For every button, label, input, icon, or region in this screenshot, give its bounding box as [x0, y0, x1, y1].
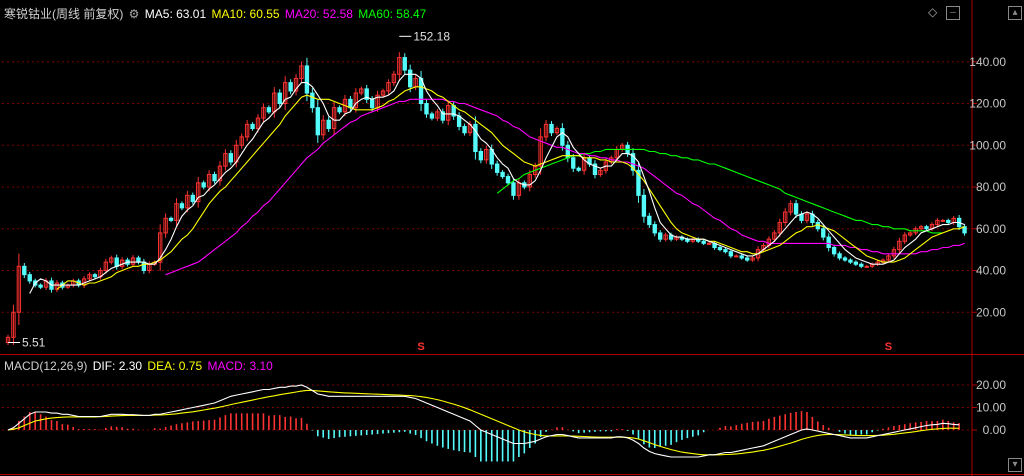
candle-body	[402, 57, 407, 71]
candle-body	[212, 173, 217, 182]
ma5-line	[29, 73, 965, 294]
candle-body	[494, 163, 500, 173]
macd-tick-label: 20.00	[976, 378, 1006, 392]
candle-body	[288, 82, 293, 92]
candle-body	[201, 182, 206, 188]
price-tick-label: 80.00	[976, 180, 1006, 194]
candle-body	[228, 153, 234, 163]
dif-line	[7, 384, 960, 458]
price-tick-label: 100.00	[969, 138, 1006, 152]
annotation-label: 5.51	[22, 335, 46, 349]
candle-body	[429, 113, 435, 119]
candle-body	[739, 255, 744, 259]
candle-body	[647, 215, 652, 226]
candle-body	[92, 274, 98, 278]
annotation-label: 152.18	[413, 29, 450, 43]
candle-body	[27, 274, 32, 282]
candle-body	[326, 119, 331, 130]
candle-body	[793, 203, 799, 215]
candle-body	[266, 107, 272, 113]
candle-body	[478, 151, 484, 161]
candle-body	[859, 263, 864, 267]
candle-body	[136, 257, 141, 263]
candle-body	[658, 232, 663, 240]
candle-body	[723, 249, 728, 253]
candle-body	[946, 219, 951, 223]
candle-body	[734, 255, 739, 258]
signal-marker: S	[885, 341, 892, 353]
candle-body	[826, 236, 831, 249]
candle-body	[310, 92, 315, 109]
candle-body	[924, 226, 929, 230]
candle-body	[22, 265, 27, 276]
candle-body	[250, 123, 255, 130]
dea-line	[7, 389, 960, 456]
candle-body	[652, 224, 657, 234]
candle-body	[511, 182, 516, 196]
macd-tick-label: 0.00	[983, 423, 1007, 437]
candle-body	[179, 203, 185, 209]
candle-body	[505, 176, 511, 184]
price-tick-label: 140.00	[969, 55, 1006, 69]
candle-body	[277, 92, 282, 104]
ma20-line	[165, 98, 965, 276]
candle-body	[424, 103, 429, 115]
candle-body	[706, 242, 712, 245]
candle-body	[408, 69, 413, 88]
candle-body	[369, 98, 375, 109]
candle-body	[560, 128, 565, 146]
macd-tick-label: 10.00	[976, 401, 1006, 415]
price-tick-label: 40.00	[976, 264, 1006, 278]
price-tick-label: 60.00	[976, 222, 1006, 236]
candle-body	[842, 257, 848, 261]
candle-body	[728, 251, 734, 257]
price-tick-label: 20.00	[976, 305, 1006, 319]
kline-chart[interactable]: 20.00 40.00 60.00 80.00 100.00 120.00 140.00 0.…	[0, 0, 1024, 476]
candle-body	[168, 217, 174, 221]
candle-body	[831, 247, 837, 255]
candle-body	[576, 167, 581, 171]
price-tick-label: 120.00	[969, 97, 1006, 111]
candle-body	[38, 284, 43, 288]
candle-body	[853, 261, 859, 265]
candle-body	[848, 259, 853, 263]
candle-body	[315, 107, 320, 136]
candle-body	[837, 253, 842, 259]
candle-body	[701, 240, 706, 244]
candle-body	[940, 219, 946, 222]
candle-body	[337, 107, 342, 113]
candle-body	[549, 123, 554, 134]
candle-body	[821, 228, 826, 238]
candle-body	[114, 257, 119, 267]
candle-body	[864, 265, 869, 268]
signal-marker: S	[417, 341, 424, 353]
candle-body	[348, 98, 353, 109]
candle-body	[641, 194, 647, 217]
candle-body	[190, 194, 195, 203]
ma10-line	[56, 86, 965, 290]
candle-body	[500, 171, 505, 178]
candle-body	[304, 65, 310, 94]
candle-body	[571, 157, 576, 169]
candle-body	[141, 261, 147, 271]
candle-body	[462, 125, 467, 134]
candle-body	[744, 257, 750, 261]
candle-body	[717, 247, 723, 251]
